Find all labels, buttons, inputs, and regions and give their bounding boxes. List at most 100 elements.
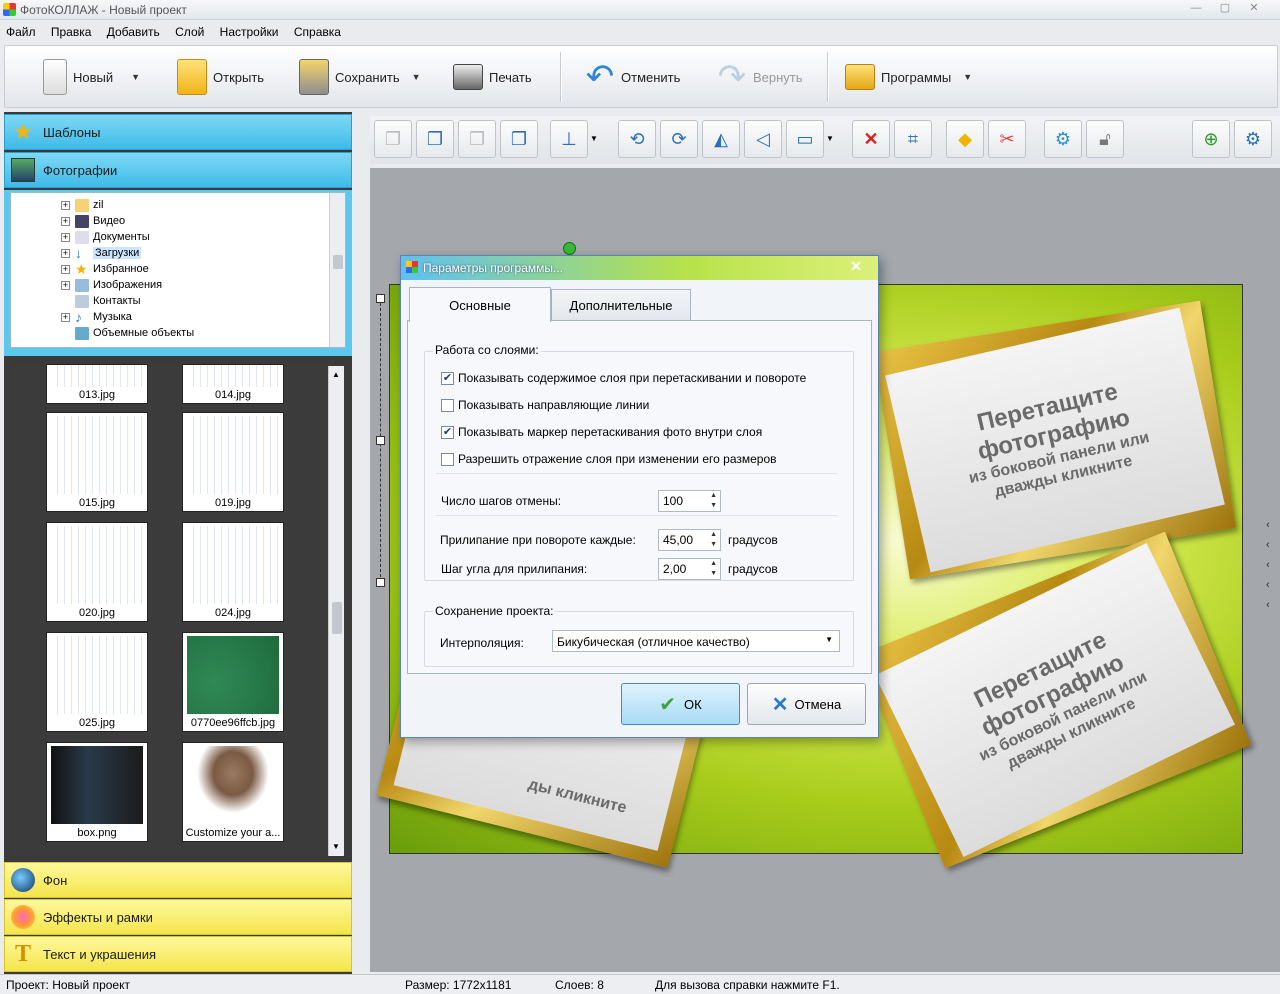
add-page-icon[interactable]: ⊕: [1192, 120, 1230, 158]
expand-icon[interactable]: +: [61, 248, 70, 258]
checkbox-allow-flip[interactable]: Разрешить отражение слоя при изменении е…: [441, 452, 777, 466]
tree-item[interactable]: zil: [93, 199, 103, 211]
tree-item[interactable]: Музыка: [93, 311, 132, 323]
rotate-left-icon[interactable]: ⟲: [618, 120, 656, 158]
snap-step-spinner[interactable]: 2,00 ▲ ▼: [658, 558, 721, 580]
checkbox-show-content[interactable]: ✔ Показывать содержимое слоя при перетаск…: [441, 371, 806, 385]
page-settings-icon[interactable]: ⚙: [1234, 120, 1272, 158]
send-backward-icon[interactable]: ❐: [458, 120, 496, 158]
thumbnail[interactable]: 0770ee96ffcb.jpg: [182, 632, 284, 732]
accordion-effects[interactable]: Эффекты и рамки: [4, 899, 352, 935]
snap-rotate-spinner[interactable]: 45,00 ▲ ▼: [658, 529, 721, 551]
interpolation-select[interactable]: Бикубическая (отличное качество) ▼: [552, 630, 840, 652]
chevron-down-icon[interactable]: ▼: [826, 134, 834, 143]
chevron-down-icon[interactable]: ▼: [963, 72, 972, 82]
menu-help[interactable]: Справка: [288, 22, 347, 39]
cancel-button[interactable]: ✕ Отмена: [747, 683, 866, 725]
accordion-templates[interactable]: ★ Шаблоны: [4, 114, 352, 150]
tree-item[interactable]: Изображения: [93, 279, 162, 291]
bring-forward-icon[interactable]: ❐: [416, 120, 454, 158]
accordion-background[interactable]: Фон: [4, 862, 352, 898]
accordion-text[interactable]: T Текст и украшения: [4, 936, 352, 972]
expand-icon[interactable]: +: [61, 200, 70, 210]
chevron-down-icon[interactable]: ▼: [590, 134, 598, 143]
save-button[interactable]: Сохранить ▼: [299, 52, 421, 102]
new-button[interactable]: Новый ▼: [43, 52, 140, 102]
expand-icon[interactable]: +: [61, 232, 70, 242]
tree-scroll-thumb[interactable]: [333, 255, 343, 269]
thumbnail[interactable]: 024.jpg: [182, 522, 284, 622]
tree-item[interactable]: Контакты: [93, 295, 141, 307]
expand-icon[interactable]: +: [61, 216, 70, 226]
rotate-handle[interactable]: [563, 242, 576, 255]
thumbnail[interactable]: 015.jpg: [46, 412, 148, 512]
scroll-up-icon[interactable]: ▲: [332, 370, 340, 379]
photo-frame[interactable]: Перетащите фотографию из боковой панели …: [874, 300, 1236, 580]
expand-icon[interactable]: +: [61, 264, 70, 274]
rotate-right-icon[interactable]: ⟳: [660, 120, 698, 158]
thumbnail-scroll-thumb[interactable]: [332, 602, 342, 634]
menu-settings[interactable]: Настройки: [214, 22, 285, 39]
tab-main[interactable]: Основные: [409, 287, 551, 322]
chevron-down-icon[interactable]: ▼: [131, 72, 140, 82]
close-icon[interactable]: ✕: [1241, 0, 1267, 18]
tab-extra[interactable]: Дополнительные: [551, 289, 691, 320]
folder-tree[interactable]: + zil + Видео + Документы + ↓ Загрузки + ★ Избр…: [10, 192, 346, 348]
undo-steps-spinner[interactable]: 100 ▲ ▼: [658, 490, 721, 512]
menu-add[interactable]: Добавить: [101, 22, 166, 39]
crop-icon[interactable]: ⌗: [894, 120, 932, 158]
redo-button[interactable]: ↷ Вернуть: [717, 52, 803, 102]
tree-item[interactable]: Видео: [93, 215, 125, 227]
tree-scrollbar[interactable]: [329, 193, 345, 347]
spinner-arrows-icon[interactable]: ▲ ▼: [710, 491, 717, 511]
menu-layer[interactable]: Слой: [169, 22, 210, 39]
send-back-icon[interactable]: ❐: [500, 120, 538, 158]
expand-icon[interactable]: +: [61, 312, 70, 322]
flip-horizontal-icon[interactable]: ◭: [702, 120, 740, 158]
distribute-icon[interactable]: ▭: [786, 120, 824, 158]
align-icon[interactable]: ⊥: [550, 120, 588, 158]
flip-vertical-icon[interactable]: ◁: [744, 120, 782, 158]
thumbnail[interactable]: 019.jpg: [182, 412, 284, 512]
ok-button[interactable]: ✔ ОК: [621, 683, 740, 725]
resize-handle[interactable]: [376, 578, 385, 587]
thumbnail[interactable]: Customize your a...: [182, 742, 284, 842]
checkbox-show-marker[interactable]: ✔ Показывать маркер перетаскивания фото в…: [441, 425, 762, 439]
checkbox-show-guides[interactable]: Показывать направляющие линии: [441, 398, 649, 412]
resize-handle[interactable]: [376, 436, 385, 445]
menu-edit[interactable]: Правка: [45, 22, 98, 39]
bring-front-icon[interactable]: ❐: [374, 120, 412, 158]
spinner-arrows-icon[interactable]: ▲ ▼: [710, 530, 717, 550]
gear-icon[interactable]: ⚙: [1044, 120, 1082, 158]
tree-item-selected[interactable]: Загрузки: [93, 247, 142, 259]
thumbnail[interactable]: 025.jpg: [46, 632, 148, 732]
side-collapse-arrows[interactable]: ‹ ‹ ‹ ‹ ‹: [1266, 515, 1270, 615]
thumbnail-scrollbar[interactable]: ▲ ▼: [328, 366, 344, 856]
chevron-down-icon[interactable]: ▼: [412, 72, 421, 82]
close-icon[interactable]: ✕: [850, 258, 862, 275]
menu-file[interactable]: Файл: [0, 22, 42, 39]
thumbnail[interactable]: 013.jpg: [46, 364, 148, 404]
lock-icon[interactable]: 🔓︎: [1086, 120, 1124, 158]
undo-button[interactable]: ↶ Отменить: [585, 52, 681, 102]
thumbnail[interactable]: box.png: [46, 742, 148, 842]
tree-item[interactable]: Избранное: [93, 263, 149, 275]
chevron-down-icon[interactable]: ▼: [825, 635, 833, 644]
print-button[interactable]: Печать: [453, 52, 532, 102]
open-button[interactable]: Открыть: [177, 52, 264, 102]
resize-handle[interactable]: [376, 294, 385, 303]
spinner-arrows-icon[interactable]: ▲ ▼: [710, 559, 717, 579]
delete-icon[interactable]: ✕: [852, 120, 890, 158]
shapes-icon[interactable]: ◆: [946, 120, 984, 158]
maximize-icon[interactable]: ▢: [1212, 0, 1238, 18]
thumbnail[interactable]: 020.jpg: [46, 522, 148, 622]
accordion-photos[interactable]: Фотографии: [4, 152, 352, 188]
expand-icon[interactable]: +: [61, 280, 70, 290]
programs-button[interactable]: Программы ▼: [845, 52, 972, 102]
photo-frame[interactable]: Перетащите фотографию из боковой панели …: [858, 531, 1252, 869]
tree-item[interactable]: Документы: [93, 231, 150, 243]
minimize-icon[interactable]: —: [1183, 0, 1209, 18]
tree-item[interactable]: Объемные объекты: [93, 327, 194, 339]
scroll-down-icon[interactable]: ▼: [332, 842, 340, 851]
scissors-icon[interactable]: ✂: [988, 120, 1026, 158]
